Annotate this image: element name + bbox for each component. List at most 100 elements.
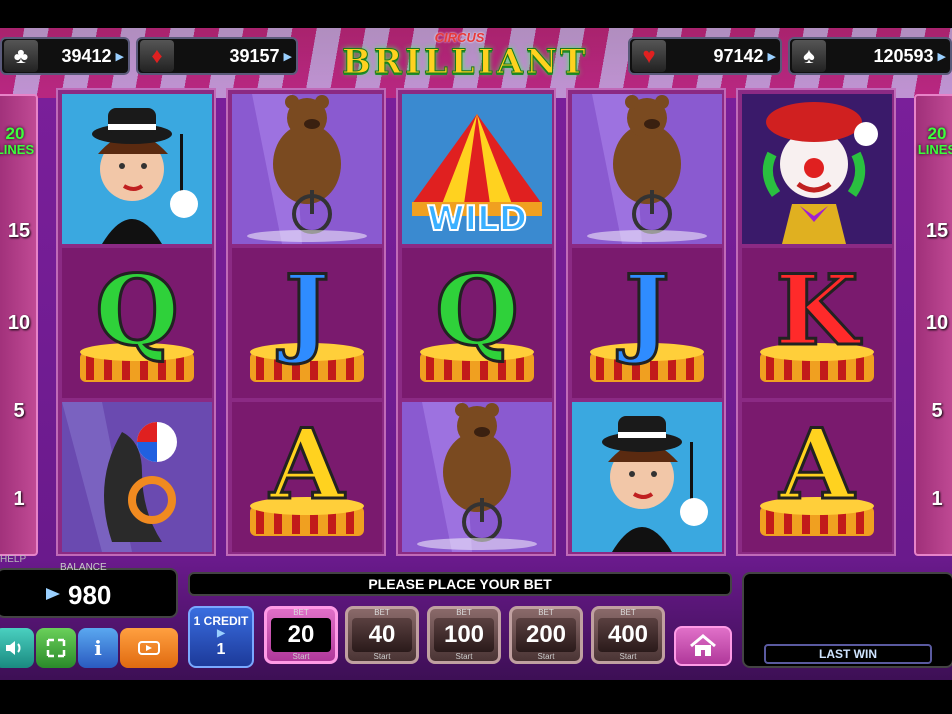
bet-button-400[interactable]: BET 400 Start [591, 606, 665, 664]
jackpot-heart: ♥ 97142 ▶ [628, 37, 782, 75]
ringmaster-woman-symbol [572, 402, 722, 552]
bet-value: 100 [434, 618, 494, 652]
home-icon [690, 634, 716, 656]
line-marker[interactable]: 1 [0, 488, 40, 511]
ringmaster-woman-symbol [62, 94, 212, 244]
bet-start-label: Start [292, 652, 310, 661]
bet-value: 200 [516, 618, 576, 652]
svg-text:A: A [269, 408, 346, 521]
bet-value: 400 [598, 618, 658, 652]
bear-on-unicycle-symbol [402, 402, 552, 552]
svg-text:A: A [779, 408, 856, 521]
bet-start-label: Start [537, 652, 555, 661]
reel-5: K A [736, 88, 896, 556]
svg-text:K: K [775, 254, 862, 367]
bet-label: BET [293, 608, 309, 617]
bear-on-unicycle-symbol [232, 94, 382, 244]
clown-symbol [742, 94, 892, 244]
seal-with-ball-symbol [62, 402, 212, 552]
bet-start-label: Start [619, 652, 637, 661]
bet-button-200[interactable]: BET 200 Start [509, 606, 583, 664]
credit-value: 1 [216, 641, 226, 658]
reel-symbol: A [742, 402, 892, 552]
reel-symbol: J [572, 248, 722, 398]
autoplay-button[interactable] [120, 628, 178, 668]
help-link[interactable]: HELP [0, 554, 26, 565]
reel-symbol [742, 94, 892, 244]
autoplay-icon [138, 641, 160, 655]
credit-button[interactable]: 1 CREDIT ▶ 1 [188, 606, 254, 668]
reel-symbol [572, 402, 722, 552]
arrow-icon: ▶ [115, 50, 124, 63]
arrow-icon: ▶ [283, 50, 292, 63]
reel-symbol: A [232, 402, 382, 552]
svg-text:Q: Q [95, 254, 179, 367]
sound-button[interactable] [0, 628, 34, 668]
status-message: PLEASE PLACE YOUR BET [188, 572, 732, 596]
game-logo: CIRCUS BRILLIANT [342, 30, 589, 88]
reel-symbol [232, 94, 382, 244]
bet-button-20[interactable]: BET 20 Start [264, 606, 338, 664]
jackpot-value: 39412 [61, 45, 112, 66]
reel-symbol: Q [402, 248, 552, 398]
fullscreen-icon [46, 638, 66, 658]
reel-symbol [572, 94, 722, 244]
bet-label: BET [620, 608, 636, 617]
k-symbol: K [742, 248, 892, 398]
bet-value: 20 [271, 618, 331, 652]
q-symbol: Q [62, 248, 212, 398]
fullscreen-button[interactable] [36, 628, 76, 668]
reel-symbol [62, 402, 212, 552]
arrow-icon: ▶ [767, 50, 776, 63]
bet-start-label: Start [373, 652, 391, 661]
bet-button-40[interactable]: BET 40 Start [345, 606, 419, 664]
reel-3: WILD Q [396, 88, 556, 556]
line-marker[interactable]: 1 [916, 488, 952, 511]
balance-display: BALANCE 980 [0, 562, 178, 618]
info-button[interactable]: i [78, 628, 118, 668]
line-marker[interactable]: 5 [0, 400, 40, 423]
logo-title: BRILLIANT [342, 42, 589, 82]
line-marker[interactable]: 5 [916, 400, 952, 423]
jackpot-value: 97142 [713, 45, 764, 66]
speaker-icon [6, 641, 21, 655]
svg-text:J: J [616, 254, 669, 367]
lines-count-badge: 20 LINES [914, 125, 952, 158]
reel-2: J A [226, 88, 386, 556]
svg-text:WILD: WILD [427, 199, 527, 239]
reel-symbol: K [742, 248, 892, 398]
game-screen: ♣ 39412 ▶ ♦ 39157 ▶ ♥ 97142 ▶ ♠ 120593 ▶… [0, 0, 952, 714]
lines-panel-left: 20 LINES 15 10 5 1 [0, 94, 38, 556]
bet-label: BET [538, 608, 554, 617]
wild-tent-symbol: WILD [402, 94, 552, 244]
credit-label: 1 CREDIT [193, 614, 249, 628]
reel-symbol [402, 402, 552, 552]
bet-start-label: Start [455, 652, 473, 661]
reel-symbol: J [232, 248, 382, 398]
line-marker[interactable]: 10 [916, 312, 952, 335]
diamond-icon: ♦ [140, 40, 174, 72]
q-symbol: Q [402, 248, 552, 398]
reel-1: Q [56, 88, 216, 556]
reel-symbol [62, 94, 212, 244]
jackpot-club: ♣ 39412 ▶ [0, 37, 130, 75]
j-symbol: J [572, 248, 722, 398]
line-marker[interactable]: 10 [0, 312, 40, 335]
svg-text:Q: Q [435, 254, 519, 367]
home-button[interactable] [674, 626, 732, 666]
jackpot-spade: ♠ 120593 ▶ [788, 37, 952, 75]
credit-arrow-icon: ▶ [217, 628, 225, 639]
bet-label: BET [456, 608, 472, 617]
last-win-label: LAST WIN [764, 644, 932, 664]
bear-on-unicycle-symbol [572, 94, 722, 244]
last-win-panel: LAST WIN [742, 572, 952, 668]
line-marker[interactable]: 15 [0, 220, 40, 243]
lines-count-badge: 20 LINES [0, 125, 38, 158]
j-symbol: J [232, 248, 382, 398]
jackpot-value: 120593 [873, 45, 934, 66]
svg-text:J: J [276, 254, 329, 367]
bet-button-100[interactable]: BET 100 Start [427, 606, 501, 664]
balance-label: BALANCE [60, 562, 107, 573]
line-marker[interactable]: 15 [916, 220, 952, 243]
a-symbol: A [742, 402, 892, 552]
